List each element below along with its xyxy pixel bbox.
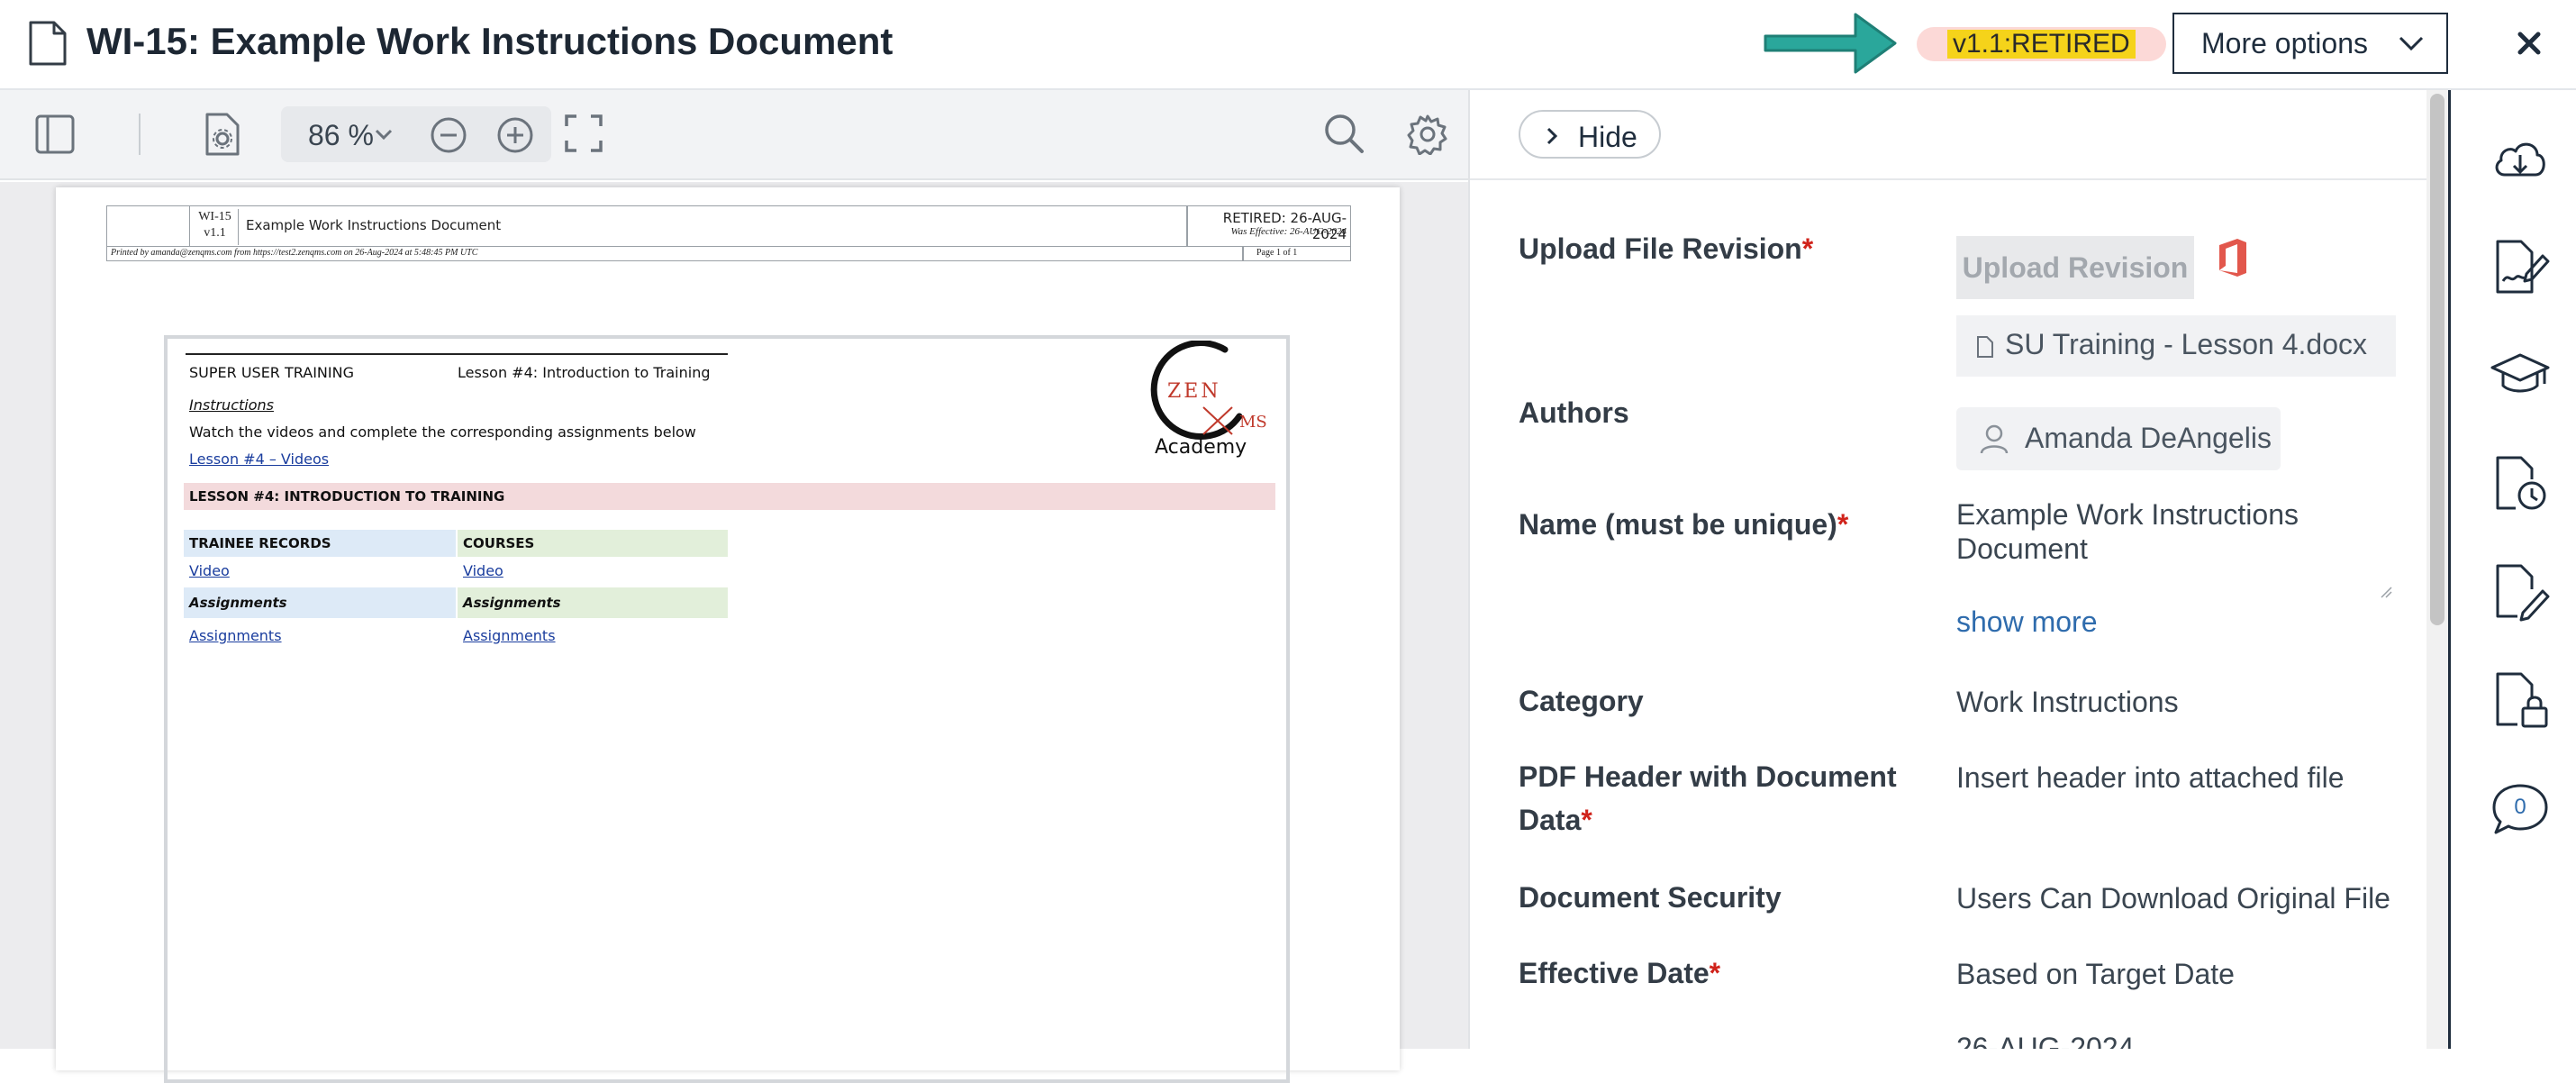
action-rail: 0 [2448, 90, 2576, 1049]
courses-header: COURSES [463, 535, 535, 551]
document-details-panel: Hide Upload File Revision* Upload Revisi… [1468, 90, 2448, 1049]
panel-scrollbar-thumb[interactable] [2430, 94, 2444, 625]
trainee-assignments-heading: Assignments [189, 595, 287, 611]
fullscreen-icon[interactable] [564, 114, 603, 153]
show-more-link[interactable]: show more [1956, 605, 2098, 639]
courses-assignments-link[interactable]: Assignments [463, 627, 556, 644]
document-page: WI-15 v1.1 Example Work Instructions Doc… [56, 187, 1400, 1083]
close-icon[interactable] [2509, 23, 2549, 63]
file-icon [1977, 336, 1993, 358]
attached-file-name: SU Training - Lesson 4.docx [2005, 328, 2367, 360]
version-status-badge: v1.1:RETIRED [1917, 27, 2166, 61]
category-value: Work Instructions [1956, 686, 2179, 718]
sidebar-toggle-icon[interactable] [34, 114, 76, 155]
panel-top-bar: Hide [1470, 90, 2426, 180]
document-content: SUPER USER TRAINING Lesson #4: Introduct… [164, 335, 1290, 1083]
gear-icon[interactable] [1407, 114, 1448, 155]
author-name: Amanda DeAngelis [2025, 422, 2272, 454]
document-lock-icon[interactable] [2490, 670, 2550, 730]
instructions-heading: Instructions [189, 396, 274, 414]
name-textarea[interactable]: Example Work Instructions Document [1956, 494, 2396, 602]
effective-date-value: Based on Target Date [1956, 958, 2235, 990]
document-security-label: Document Security [1519, 881, 1782, 914]
window-header: WI-15: Example Work Instructions Documen… [0, 0, 2576, 90]
zoom-out-icon[interactable] [429, 115, 468, 155]
office-icon[interactable] [2216, 236, 2250, 279]
document-history-icon[interactable] [2490, 454, 2550, 514]
trainee-assignments-link[interactable]: Assignments [189, 627, 282, 644]
search-icon[interactable] [1322, 112, 1365, 155]
authors-label: Authors [1519, 396, 1629, 429]
document-print-footer-line: Printed by amanda@zenqms.com from https:… [106, 247, 1351, 261]
doc-header-id: WI-15 [198, 210, 231, 223]
hide-panel-button[interactable]: Hide [1519, 110, 1661, 159]
effective-date-label: Effective Date* [1519, 957, 1721, 989]
doc-header-version: v1.1 [204, 226, 226, 240]
effective-date-partial: 26-AUG-2024 [1956, 1032, 2135, 1049]
chevron-right-icon [1547, 127, 1558, 145]
hide-panel-label: Hide [1578, 121, 1637, 153]
comments-button[interactable]: 0 [2490, 778, 2550, 838]
document-security-value: Users Can Download Original File [1956, 882, 2390, 915]
more-options-label: More options [2201, 27, 2368, 59]
document-edit-icon[interactable] [2490, 562, 2550, 622]
zoom-value: 86 % [308, 119, 374, 151]
name-label: Name (must be unique)* [1519, 508, 1849, 541]
courses-video-link[interactable]: Video [463, 562, 503, 579]
zoom-select[interactable]: 86 % [281, 106, 551, 162]
attached-file-chip[interactable]: SU Training - Lesson 4.docx [1956, 315, 2396, 377]
trainee-records-video-link[interactable]: Video [189, 562, 230, 579]
training-cap-icon[interactable] [2490, 346, 2550, 405]
upload-file-revision-label: Upload File Revision* [1519, 232, 1814, 265]
doc-header-title: Example Work Instructions Document [246, 217, 502, 233]
section-heading: LESSON #4: INTRODUCTION TO TRAINING [189, 488, 505, 505]
trainee-records-header: TRAINEE RECORDS [189, 535, 331, 551]
document-settings-icon[interactable] [204, 112, 241, 157]
courses-assignments-heading: Assignments [463, 595, 561, 611]
logo-academy-text: Academy [1155, 436, 1247, 459]
logo-zen-text: ZEN [1167, 380, 1221, 403]
doc-page-number: Page 1 of 1 [1256, 248, 1298, 258]
super-user-heading: SUPER USER TRAINING [189, 364, 354, 381]
category-label: Category [1519, 685, 1644, 717]
instructions-text: Watch the videos and complete the corres… [189, 423, 696, 441]
chevron-down-icon [2399, 36, 2424, 51]
doc-header-was-effective: Was Effective: 26-AUG-2024 [1230, 226, 1347, 237]
viewer-toolbar: 86 % [0, 90, 1468, 180]
doc-printed-by: Printed by amanda@zenqms.com from https:… [111, 248, 478, 258]
chevron-down-icon [375, 129, 393, 141]
more-options-dropdown[interactable]: More options [2172, 13, 2448, 74]
version-status-text: v1.1:RETIRED [1947, 30, 2136, 59]
toolbar-divider [139, 114, 141, 155]
upload-revision-button[interactable]: Upload Revision [1956, 236, 2194, 299]
cloud-download-icon[interactable] [2490, 130, 2550, 189]
zoom-in-icon[interactable] [495, 115, 535, 155]
document-icon [29, 21, 67, 66]
user-icon [1980, 424, 2009, 454]
arrow-right-icon [1764, 13, 1897, 74]
lesson-title: Lesson #4: Introduction to Training [458, 364, 711, 381]
document-viewport[interactable]: WI-15 v1.1 Example Work Instructions Doc… [0, 182, 1468, 1083]
pdf-header-value: Insert header into attached file [1956, 761, 2345, 794]
pdf-header-label: PDF Header with Document Data* [1519, 760, 1897, 836]
resize-handle-icon[interactable] [2380, 586, 2392, 598]
page-title: WI-15: Example Work Instructions Documen… [86, 20, 893, 62]
header-rule [186, 353, 728, 355]
logo-ms-text: MS [1239, 413, 1267, 432]
author-chip[interactable]: Amanda DeAngelis [1956, 407, 2281, 470]
document-sign-icon[interactable] [2490, 238, 2550, 297]
lesson-videos-link[interactable]: Lesson #4 – Videos [189, 450, 329, 468]
comments-count: 0 [2514, 795, 2526, 819]
document-print-header: WI-15 v1.1 Example Work Instructions Doc… [106, 205, 1351, 247]
name-value: Example Work Instructions Document [1956, 498, 2299, 565]
